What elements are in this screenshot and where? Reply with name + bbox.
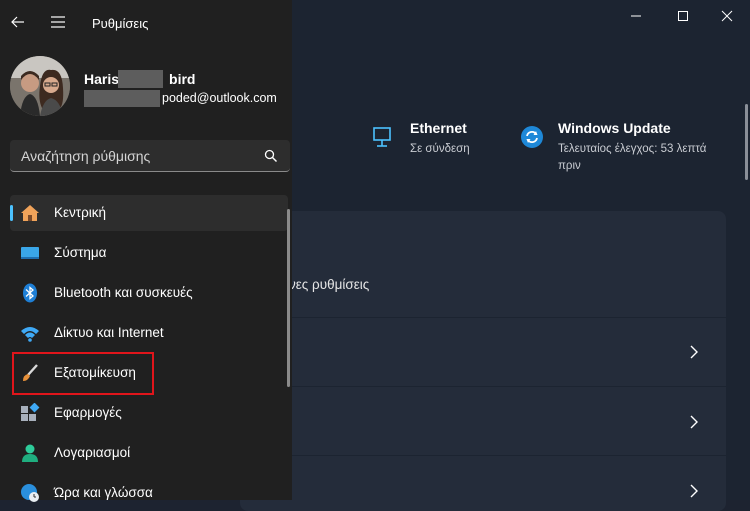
sidebar-item-time-language[interactable]: Ώρα και γλώσσα [10,475,288,511]
avatar-photo [10,56,70,116]
search-input[interactable]: Αναζήτηση ρύθμισης [10,140,290,172]
redaction-block [118,70,163,88]
settings-card: νες ρυθμίσεις [240,211,726,511]
sidebar-item-apps[interactable]: Εφαρμογές [10,395,288,431]
sidebar-item-label: Κεντρική [54,205,107,220]
apps-icon [21,403,40,421]
active-indicator [10,205,13,221]
sidebar-item-system[interactable]: Σύστημα [10,235,288,271]
search-icon[interactable] [264,149,278,163]
system-icon [21,247,39,259]
redaction-block [84,90,160,107]
chevron-right-icon[interactable] [688,415,700,429]
ethernet-subtitle: Σε σύνδεση [410,143,470,155]
globe-clock-icon [21,484,39,502]
card-divider [240,317,726,318]
card-divider [240,386,726,387]
settings-nav-panel: Ρυθμίσεις Haris bird poded@outlook.com Αν… [0,0,292,502]
card-partial-text: νες ρυθμίσεις [289,277,370,292]
close-icon [721,10,733,22]
sidebar-item-accounts[interactable]: Λογαριασμοί [10,435,288,471]
sidebar-item-label: Λογαριασμοί [54,445,131,460]
sidebar-item-label: Δίκτυο και Internet [54,325,164,340]
user-name-tail: bird [169,71,196,87]
ethernet-icon [373,127,391,147]
sidebar-item-bluetooth[interactable]: Bluetooth και συσκευές [10,275,288,311]
sidebar-item-label: Σύστημα [54,245,107,260]
close-button[interactable] [704,0,750,32]
chevron-right-icon[interactable] [688,484,700,498]
windows-update-icon [521,126,543,148]
user-name-first: Haris [84,71,120,87]
minimize-button[interactable] [613,0,659,32]
home-icon [21,205,39,221]
maximize-button[interactable] [660,0,706,32]
windows-update-subtitle-line1: Τελευταίος έλεγχος: 53 λεπτά [558,143,707,155]
avatar[interactable] [10,56,70,116]
windows-update-status[interactable]: Windows Update Τελευταίος έλεγχος: 53 λε… [520,120,706,175]
windows-update-subtitle-line2: πριν [558,160,581,172]
account-icon [22,444,38,462]
chevron-right-icon[interactable] [688,345,700,359]
sidebar-scrollbar[interactable] [287,209,290,387]
main-scrollbar[interactable] [745,104,748,180]
minimize-icon [631,15,641,17]
sidebar-item-home[interactable]: Κεντρική [10,195,288,231]
user-email-text: poded@outlook.com [162,91,277,105]
wifi-icon [21,327,39,342]
ethernet-status[interactable]: Ethernet Σε σύνδεση [372,120,470,158]
windows-update-subtitle: Τελευταίος έλεγχος: 53 λεπτά πριν [558,141,706,175]
sidebar-item-label: Ώρα και γλώσσα [54,485,153,500]
back-arrow-icon[interactable] [10,14,26,30]
search-placeholder: Αναζήτηση ρύθμισης [21,148,151,164]
hamburger-menu-icon[interactable] [50,15,66,29]
app-title: Ρυθμίσεις [92,16,149,31]
bluetooth-icon [23,283,37,303]
highlight-box [12,352,154,395]
sidebar-item-label: Bluetooth και συσκευές [54,285,193,300]
sidebar-item-label: Εφαρμογές [54,405,122,420]
sidebar-item-network[interactable]: Δίκτυο και Internet [10,315,288,351]
card-divider [240,455,726,456]
windows-update-title: Windows Update [558,120,671,136]
maximize-icon [678,11,688,21]
ethernet-title: Ethernet [410,120,467,136]
